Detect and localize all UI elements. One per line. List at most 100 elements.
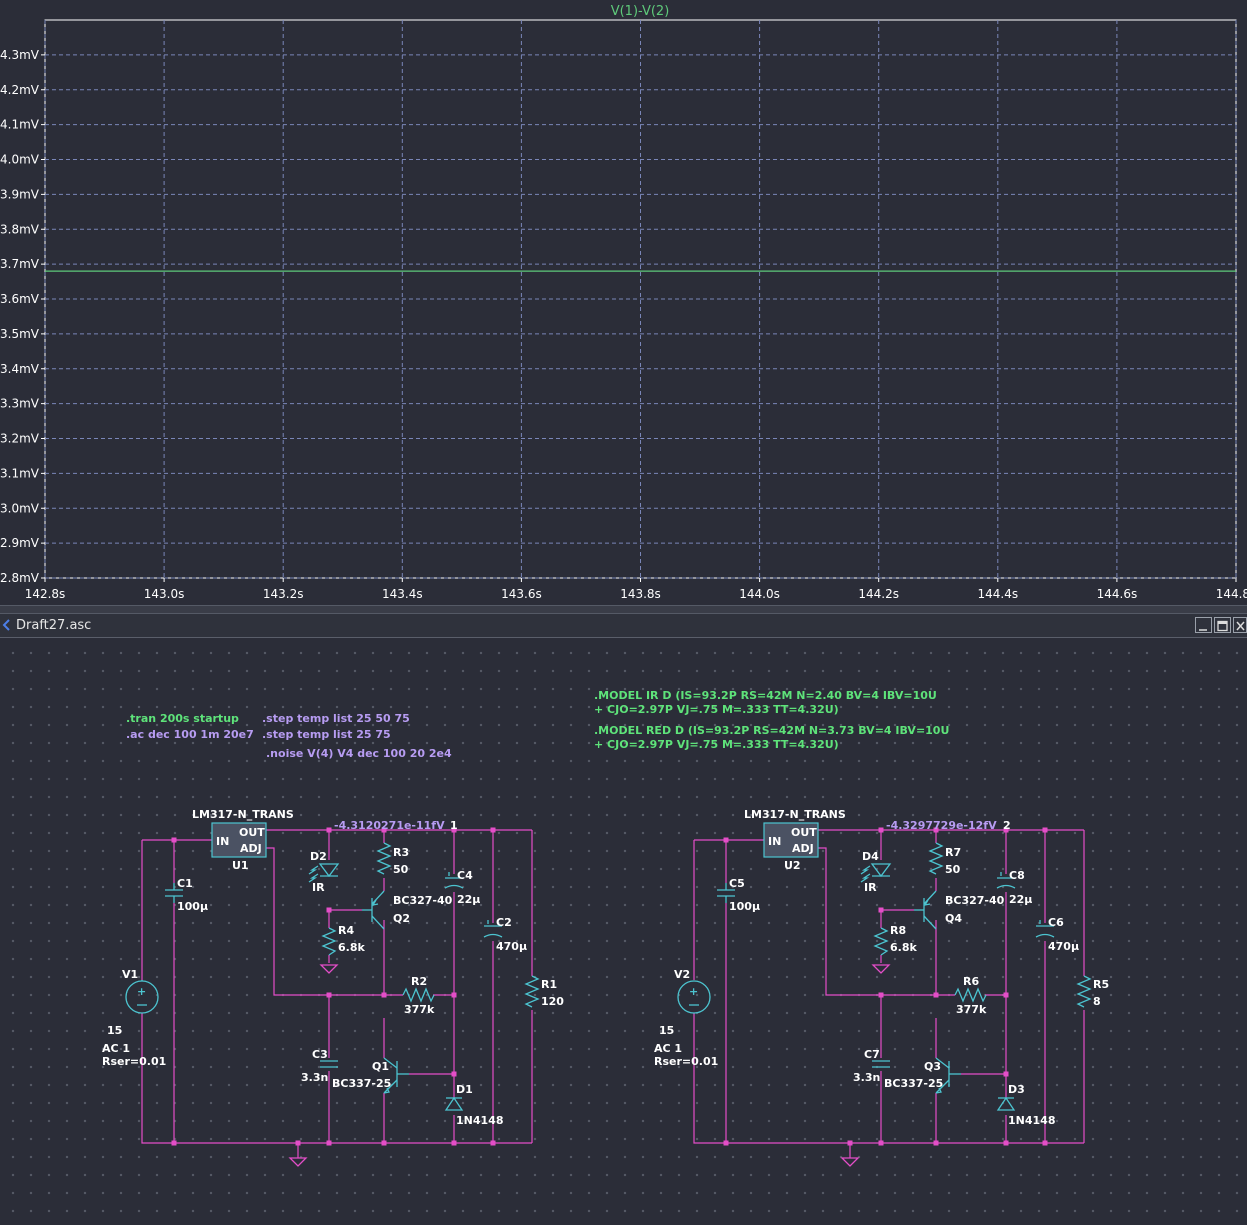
u2-name: U2 [784, 859, 801, 872]
x-axis-ticks: 142.8s 143.0s 143.2s 143.4s 143.6s 143.8s 144.… [25, 578, 1247, 601]
tran-directive[interactable]: .tran 200s startup [126, 712, 239, 725]
y-tick-label: 3.2mV [0, 432, 40, 446]
close-icon [1236, 621, 1245, 631]
resistor-r7[interactable] [928, 842, 944, 875]
led-d2[interactable] [308, 863, 340, 883]
x-tick-label: 143.4s [382, 587, 423, 601]
probe-value-2[interactable]: -4.3297729e-12fV [886, 819, 997, 832]
d2-model: IR [312, 881, 325, 894]
d4-model: IR [864, 881, 877, 894]
resistor-r2[interactable] [402, 987, 435, 1003]
r4-value: 6.8k [338, 941, 365, 954]
d4-name: D4 [862, 850, 879, 863]
q1-model: BC337-25 [332, 1077, 391, 1090]
d3-model: 1N4148 [1008, 1114, 1055, 1127]
r8-name: R8 [890, 924, 906, 937]
resistor-r1[interactable] [524, 975, 540, 1008]
capacitor-c7[interactable] [872, 1060, 890, 1068]
maximize-icon [1217, 620, 1228, 632]
wires-1[interactable] [141, 829, 533, 1158]
y-tick-label: 3.8mV [0, 222, 40, 236]
step-directive-2[interactable]: .step temp list 25 75 [262, 728, 391, 741]
x-tick-label: 144.8s [1216, 587, 1247, 601]
c2-name: C2 [496, 916, 512, 929]
circuit-1: IN OUT ADJ LM317-N_TRANS U1 -4.3120271e-… [102, 808, 564, 1167]
c6-value: 470µ [1048, 940, 1079, 953]
led-d4[interactable] [860, 863, 892, 883]
model-red-directive-line1[interactable]: .MODEL RED D (IS=93.2P RS=42M N=3.73 BV=… [594, 724, 949, 737]
r7-value: 50 [945, 863, 961, 876]
model-ir-directive-line2[interactable]: + CJO=2.97P VJ=.75 M=.333 TT=4.32U) [594, 703, 839, 716]
node-label-2[interactable]: 2 [1003, 819, 1011, 832]
u1-pin-in: IN [216, 835, 229, 848]
circuit-2: IN OUT ADJ LM317-N_TRANS U2 -4.3297729e-… [654, 808, 1109, 1167]
v2-ac: AC 1 [654, 1042, 682, 1055]
svg-text:+: + [137, 985, 146, 998]
capacitor-c3[interactable] [320, 1060, 338, 1068]
v2-rser: Rser=0.01 [654, 1055, 718, 1068]
resistor-r6[interactable] [954, 987, 987, 1003]
diode-d3[interactable] [996, 1096, 1016, 1111]
r3-value: 50 [393, 863, 409, 876]
v2-value: 15 [659, 1024, 674, 1037]
model-red-directive-line2[interactable]: + CJO=2.97P VJ=.75 M=.333 TT=4.32U) [594, 738, 839, 751]
y-tick-label: 3.1mV [0, 466, 40, 480]
resistor-r4[interactable] [321, 927, 337, 956]
v1-value: 15 [107, 1024, 122, 1037]
c1-value: 100µ [177, 900, 208, 913]
step-directive-1[interactable]: .step temp list 25 50 75 [262, 712, 410, 725]
noise-directive[interactable]: .noise V(4) V4 dec 100 20 2e4 [266, 747, 452, 760]
c7-value: 3.3n [853, 1071, 880, 1084]
ground-main-1 [288, 1157, 308, 1167]
u1-pin-out: OUT [239, 826, 265, 839]
ac-directive[interactable]: .ac dec 100 1m 20e7 [126, 728, 254, 741]
x-tick-label: 144.6s [1097, 587, 1138, 601]
resistor-r5[interactable] [1076, 975, 1092, 1008]
wires-2[interactable] [693, 829, 1085, 1158]
plot-grid [44, 19, 1237, 579]
trace-name-label[interactable]: V(1)-V(2) [611, 4, 670, 19]
schematic-editor[interactable]: .tran 200s startup .ac dec 100 1m 20e7 .… [0, 638, 1247, 1225]
probe-value-1[interactable]: -4.3120271e-11fV [334, 819, 445, 832]
resistor-r3[interactable] [376, 842, 392, 875]
x-tick-label: 142.8s [25, 587, 66, 601]
transistor-q2[interactable] [362, 890, 385, 930]
x-tick-label: 143.8s [620, 587, 661, 601]
schematic-window-icon[interactable] [2, 619, 10, 631]
resistor-r8[interactable] [873, 927, 889, 956]
close-button[interactable] [1233, 617, 1247, 633]
c4-name: C4 [457, 869, 473, 882]
c3-name: C3 [312, 1048, 328, 1061]
voltage-source-v2[interactable]: + [677, 980, 711, 1014]
y-tick-label: 2.9mV [0, 536, 40, 550]
schematic-canvas[interactable]: .tran 200s startup .ac dec 100 1m 20e7 .… [0, 638, 1247, 1225]
waveform-plot[interactable]: 4.3mV 4.2mV 4.1mV 4.0mV 3.9mV 3.8mV 3.7mV 3.6mV… [0, 0, 1247, 606]
y-tick-label: 4.0mV [0, 153, 40, 167]
d1-model: 1N4148 [456, 1114, 503, 1127]
maximize-button[interactable] [1214, 617, 1231, 633]
waveform-plot-pane[interactable]: 4.3mV 4.2mV 4.1mV 4.0mV 3.9mV 3.8mV 3.7mV 3.6mV… [0, 0, 1247, 606]
r8-value: 6.8k [890, 941, 917, 954]
u2-pin-out: OUT [791, 826, 817, 839]
c6-name: C6 [1048, 916, 1064, 929]
u1-pin-adj: ADJ [240, 842, 262, 855]
c3-value: 3.3n [301, 1071, 328, 1084]
node-label-1[interactable]: 1 [450, 819, 458, 832]
r3-name: R3 [393, 846, 409, 859]
diode-d1[interactable] [444, 1096, 464, 1111]
schematic-window-title: Draft27.asc [16, 618, 92, 633]
y-tick-label: 3.5mV [0, 327, 40, 341]
voltage-source-v1[interactable]: + [125, 980, 159, 1014]
transistor-q4[interactable] [914, 890, 937, 930]
u1-model: LM317-N_TRANS [192, 808, 294, 821]
y-tick-label: 3.0mV [0, 501, 40, 515]
pane-splitter[interactable] [0, 605, 1247, 614]
u2-model: LM317-N_TRANS [744, 808, 846, 821]
minimize-button[interactable] [1195, 617, 1212, 633]
r6-value: 377k [956, 1003, 987, 1016]
y-tick-label: 3.9mV [0, 187, 40, 201]
c8-name: C8 [1009, 869, 1025, 882]
x-tick-label: 144.0s [739, 587, 780, 601]
model-ir-directive-line1[interactable]: .MODEL IR D (IS=93.2P RS=42M N=2.40 BV=4… [594, 689, 937, 702]
q3-model: BC337-25 [884, 1077, 943, 1090]
